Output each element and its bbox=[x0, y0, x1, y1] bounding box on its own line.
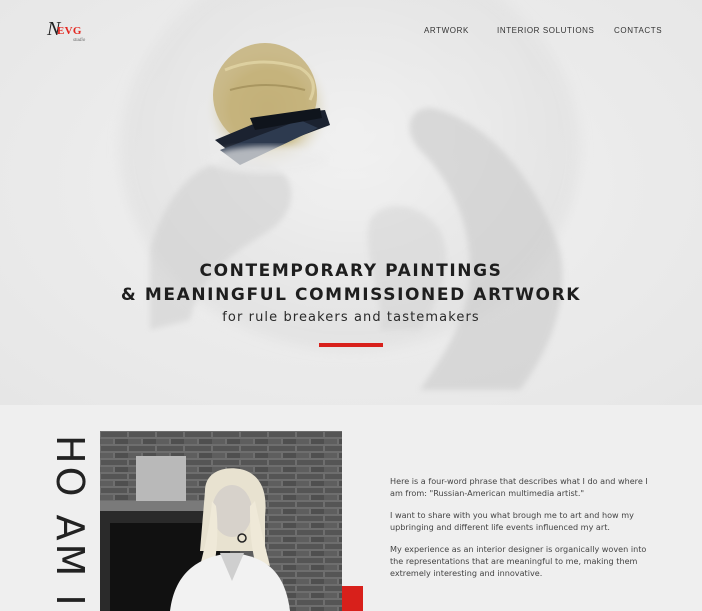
hero-accent-divider bbox=[319, 343, 383, 347]
about-paragraph: Here is a four-word phrase that describe… bbox=[390, 476, 648, 498]
painting-orb bbox=[204, 43, 332, 174]
hero-title-line-1: CONTEMPORARY PAINTINGS bbox=[199, 261, 503, 281]
about-heading: HO AM I? bbox=[52, 435, 94, 611]
hero-title-line-2: & MEANINGFUL COMMISSIONED ARTWORK bbox=[120, 285, 582, 305]
logo-tagline: studio bbox=[73, 38, 86, 43]
about-text: Here is a four-word phrase that describe… bbox=[390, 475, 652, 589]
about-paragraph: My experience as an interior designer is… bbox=[390, 544, 647, 578]
accent-square bbox=[342, 586, 363, 611]
about-section: HO AM I? Here is a four-word phrase that… bbox=[0, 405, 702, 611]
nav-item-interior-solutions[interactable]: INTERIOR SOLUTIONS bbox=[497, 26, 594, 35]
hero-section: N EVG studio ARTWORK INTERIOR SOLUTIONS … bbox=[0, 0, 702, 405]
nav-item-contacts[interactable]: CONTACTS bbox=[614, 26, 662, 35]
hero-subtitle: for rule breakers and tastemakers bbox=[222, 310, 480, 325]
about-heading-text: HO AM I? bbox=[52, 435, 92, 611]
artist-portrait bbox=[100, 431, 342, 611]
nav-item-artwork[interactable]: ARTWORK bbox=[424, 26, 469, 35]
hero-title: CONTEMPORARY PAINTINGS & MEANINGFUL COMM… bbox=[0, 259, 702, 307]
main-nav: ARTWORK INTERIOR SOLUTIONS CONTACTS bbox=[0, 26, 702, 38]
portrait-photo bbox=[100, 431, 342, 611]
about-paragraph: I want to share with you what brough me … bbox=[390, 510, 634, 532]
